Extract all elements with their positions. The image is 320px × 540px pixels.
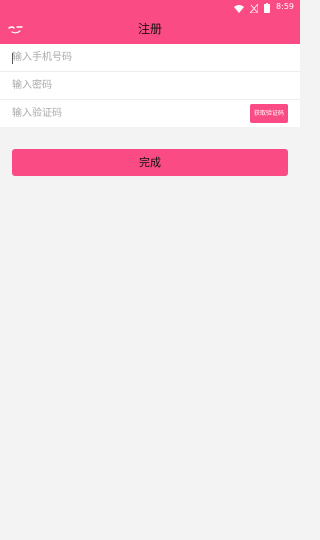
header: 注册 [0, 14, 300, 44]
register-form: 获取验证码 [0, 44, 300, 127]
phone-row [0, 44, 300, 72]
code-row: 获取验证码 [0, 100, 300, 127]
get-code-button[interactable]: 获取验证码 [250, 104, 288, 123]
phone-input[interactable] [12, 44, 242, 71]
page-title: 注册 [137, 22, 162, 36]
password-input[interactable] [12, 72, 242, 99]
text-cursor [12, 53, 13, 64]
status-icons: 8:59 [234, 1, 294, 13]
verification-code-input[interactable] [12, 100, 242, 127]
submit-button[interactable]: 完成 [12, 149, 288, 176]
status-time: 8:59 [276, 2, 294, 11]
password-row [0, 72, 300, 100]
status-bar: 8:59 [0, 0, 300, 14]
